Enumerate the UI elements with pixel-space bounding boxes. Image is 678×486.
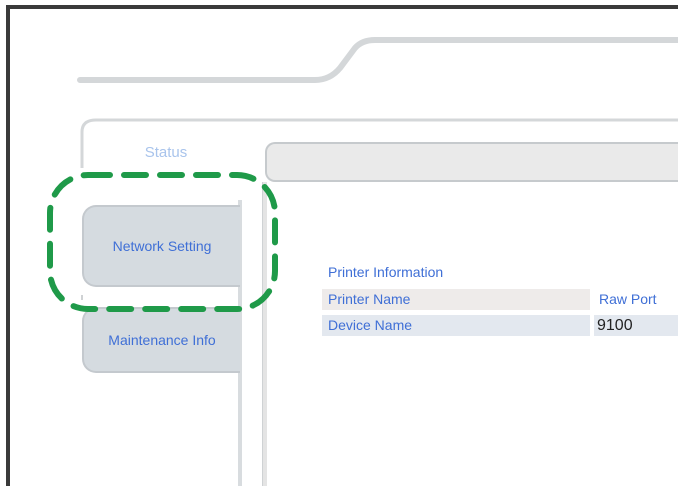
printer-name-label: Printer Name [322, 289, 590, 310]
device-name-value: 9100 [594, 315, 678, 336]
device-name-label: Device Name [322, 315, 590, 336]
tab-status[interactable]: Status [96, 140, 236, 166]
screenshot-frame: Status Network Setting Maintenance Info … [0, 0, 678, 486]
tab-maintenance-info-label: Maintenance Info [108, 332, 216, 348]
content-divider [262, 182, 267, 486]
tab-network-setting-label: Network Setting [112, 238, 212, 254]
content-header-bar [265, 142, 678, 182]
tab-maintenance-info[interactable]: Maintenance Info [82, 307, 240, 373]
tab-network-setting[interactable]: Network Setting [82, 205, 240, 287]
printer-information-heading: Printer Information [328, 264, 444, 280]
printer-name-value: Raw Port [594, 289, 678, 310]
